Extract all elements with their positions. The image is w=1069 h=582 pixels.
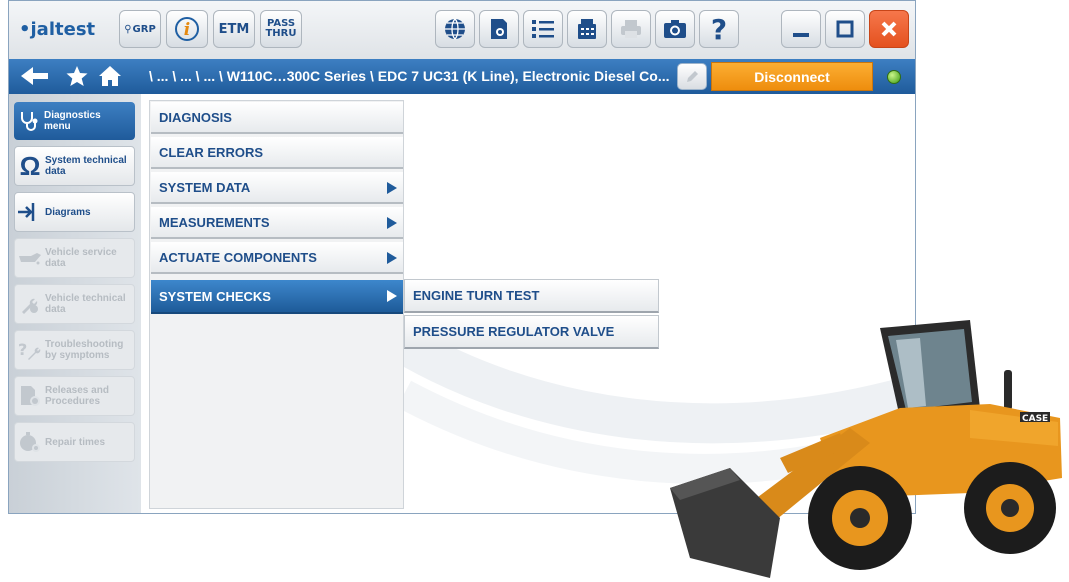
print-button[interactable] (611, 10, 651, 48)
wrench-gear-icon (15, 293, 45, 315)
info-button[interactable]: i (166, 10, 208, 48)
maximize-icon (836, 20, 854, 38)
globe-icon (445, 18, 465, 40)
sidebar-item-vehicle-technical-data[interactable]: Vehicle technical data (14, 284, 135, 324)
help-icon: ? (710, 12, 728, 46)
list-icon (532, 20, 554, 38)
wheel-loader-image: CASE (670, 320, 1062, 578)
menu-item-actuate-components[interactable]: ACTUATE COMPONENTS (151, 242, 403, 274)
menu-item-diagnosis[interactable]: DIAGNOSIS (151, 102, 403, 134)
chevron-right-icon (387, 182, 397, 194)
sidebar-item-troubleshooting[interactable]: ? Troubleshooting by symptoms (14, 330, 135, 370)
help-button[interactable]: ? (699, 10, 739, 48)
diagram-icon (15, 201, 45, 223)
navigation-bar: \ ... \ ... \ ... \ W110C…300C Series \ … (9, 59, 915, 94)
chevron-right-icon (387, 252, 397, 264)
svg-text:i: i (184, 20, 190, 40)
question-wrench-icon: ? (15, 339, 45, 361)
back-arrow-icon[interactable] (21, 66, 49, 86)
etm-button[interactable]: ETM (213, 10, 255, 48)
globe-button[interactable] (435, 10, 475, 48)
submenu-item-engine-turn-test[interactable]: ENGINE TURN TEST (404, 279, 659, 313)
document-gear-icon (15, 385, 45, 407)
sidebar-item-vehicle-service-data[interactable]: Vehicle service data (14, 238, 135, 278)
document-view-icon (491, 19, 507, 39)
favorite-star-icon[interactable] (66, 66, 88, 86)
info-icon: i (175, 17, 199, 41)
list-button[interactable] (523, 10, 563, 48)
document-view-button[interactable] (479, 10, 519, 48)
oil-can-icon (15, 250, 45, 266)
sidebar-item-diagnostics-menu[interactable]: Diagnostics menu (14, 102, 135, 140)
camera-icon (664, 20, 686, 38)
sidebar-item-releases-procedures[interactable]: Releases and Procedures (14, 376, 135, 416)
calculator-icon (578, 19, 596, 39)
calculator-button[interactable] (567, 10, 607, 48)
chevron-right-icon (387, 290, 397, 302)
menu-item-clear-errors[interactable]: CLEAR ERRORS (151, 137, 403, 169)
chevron-right-icon (387, 217, 397, 229)
maximize-button[interactable] (825, 10, 865, 48)
connection-status-led (887, 70, 901, 84)
sidebar-item-diagrams[interactable]: Diagrams (14, 192, 135, 232)
printer-icon (621, 20, 641, 38)
connection-lock-button[interactable] (677, 63, 707, 90)
svg-text:?: ? (18, 340, 27, 359)
menu-item-measurements[interactable]: MEASUREMENTS (151, 207, 403, 239)
close-button[interactable] (869, 10, 909, 48)
camera-button[interactable] (655, 10, 695, 48)
sidebar-item-system-technical-data[interactable]: Ω System technical data (14, 146, 135, 186)
pencil-icon (687, 70, 698, 82)
stopwatch-wrench-icon (15, 431, 45, 453)
menu-item-system-checks[interactable]: SYSTEM CHECKS (151, 280, 403, 314)
home-icon[interactable] (99, 66, 121, 86)
omega-icon: Ω (19, 150, 41, 181)
submenu-item-pressure-regulator-valve[interactable]: PRESSURE REGULATOR VALVE (404, 315, 659, 349)
disconnect-button[interactable]: Disconnect (711, 62, 873, 91)
diagnostics-menu-column: DIAGNOSIS CLEAR ERRORS SYSTEM DATA MEASU… (149, 100, 404, 509)
minimize-icon (793, 33, 809, 37)
pass-thru-button[interactable]: PASS THRU (260, 10, 302, 48)
close-icon (881, 21, 897, 37)
grp-button[interactable]: ⚲ GRP (119, 10, 161, 48)
jaltest-logo: •jaltest (19, 19, 96, 40)
stethoscope-icon (14, 110, 44, 132)
breadcrumb-path: \ ... \ ... \ ... \ W110C…300C Series \ … (149, 68, 670, 84)
top-toolbar: •jaltest ⚲ GRP i ETM PASS THRU ? (9, 1, 915, 60)
svg-text:CASE: CASE (1022, 414, 1048, 424)
sidebar-item-repair-times[interactable]: Repair times (14, 422, 135, 462)
search-icon: ⚲ (124, 23, 132, 35)
menu-item-system-data[interactable]: SYSTEM DATA (151, 172, 403, 204)
minimize-button[interactable] (781, 10, 821, 48)
left-sidebar: Diagnostics menu Ω System technical data D… (9, 94, 141, 513)
